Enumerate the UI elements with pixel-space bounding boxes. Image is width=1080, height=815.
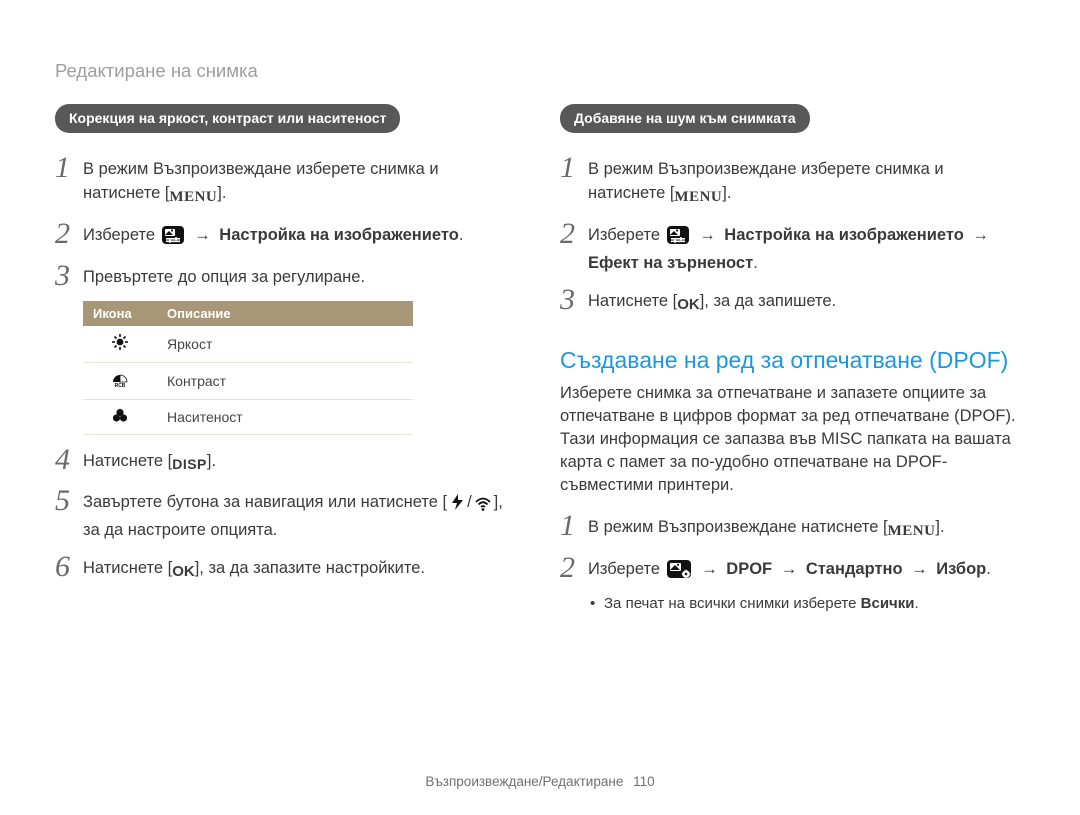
saturation-icon [83,400,157,435]
text: ], за да запишете. [700,292,836,310]
text: Изберете [83,226,160,244]
section-noise-and-dpof: Добавяне на шум към снимката 1 В режим В… [560,104,1025,616]
menu-key: MENU [888,519,936,543]
flash-icon [449,493,465,518]
option-name: Настройка на изображението [219,226,459,244]
step-number: 3 [560,285,588,315]
subsection-heading: Добавяне на шум към снимката [560,104,810,133]
step-number: 2 [55,219,83,249]
photo-adjust-icon [667,226,689,251]
text: Натиснете [ [83,452,172,470]
step-number: 2 [560,219,588,249]
option-name: Избор [936,560,986,578]
arrow: → [964,226,993,244]
text: Натиснете [ [83,559,172,577]
bullet-dot: • [590,595,604,612]
ok-key: OK [677,293,700,317]
option-name: Всички [861,595,915,612]
text: В режим Възпроизвеждане изберете снимка … [83,160,439,202]
text: / [467,493,472,511]
step-number: 5 [55,486,83,516]
footer-section: Възпроизвеждане/Редактиране [425,774,623,789]
sub-bullet: • За печат на всички снимки изберете Вси… [590,595,1025,612]
text: ]. [722,184,731,202]
text: Натиснете [ [588,292,677,310]
text: ]. [935,518,944,536]
ok-key: OK [172,560,195,584]
step-2: 2 Изберете → Настройка на изображението … [560,219,1025,275]
table-row: Яркост [83,326,413,363]
step-number: 6 [55,552,83,582]
arrow: → [693,560,727,578]
dpof-step-2: 2 Изберете → DPOF → Стандартно → Избор. [560,553,1025,585]
step-number: 1 [560,153,588,183]
paragraph: Изберете снимка за отпечатване и запазет… [560,382,1025,497]
dpof-step-1: 1 В режим Възпроизвеждане натиснете [MEN… [560,511,1025,543]
section-heading-dpof: Създаване на ред за отпечатване (DPOF) [560,347,1025,374]
text: В режим Възпроизвеждане изберете снимка … [588,160,944,202]
step-number: 1 [560,511,588,541]
text: . [986,560,991,578]
section-brightness-contrast-saturation: Корекция на яркост, контраст или наситен… [55,104,520,616]
contrast-icon [83,363,157,400]
page-number: 110 [633,774,655,789]
photo-gear-icon [667,560,691,585]
text: ]. [207,452,216,470]
step-3: 3 Натиснете [OK], за да запишете. [560,285,1025,317]
option-name: Стандартно [806,560,903,578]
option-name: Настройка на изображението [724,226,964,244]
arrow: → [691,226,725,244]
text: ], за да запазите настройките. [195,559,425,577]
step-1: 1 В режим Възпроизвеждане изберете снимк… [55,153,520,209]
text: ]. [217,184,226,202]
photo-adjust-icon [162,226,184,251]
step-3: 3 Превъртете до опция за регулиране. [55,261,520,291]
text: Изберете [588,226,665,244]
text: Превъртете до опция за регулиране. [83,261,365,289]
icon-description-table: Икона Описание Яркост Контраст Наситенос… [83,301,413,435]
page-footer: Възпроизвеждане/Редактиране 110 [0,774,1080,789]
cell: Контраст [157,363,413,400]
text: Завъртете бутона за навигация или натисн… [83,493,447,511]
step-number: 2 [560,553,588,583]
step-2: 2 Изберете → Настройка на изображението. [55,219,520,251]
text: Изберете [588,560,665,578]
arrow: → [772,560,806,578]
disp-key: DISP [172,452,207,476]
text: . [753,254,758,272]
menu-key: MENU [169,185,217,209]
arrow: → [186,226,220,244]
step-5: 5 Завъртете бутона за навигация или нати… [55,486,520,542]
step-number: 4 [55,445,83,475]
step-number: 1 [55,153,83,183]
text: . [914,595,918,612]
text: За печат на всички снимки изберете [604,595,861,612]
text: В режим Възпроизвеждане натиснете [ [588,518,888,536]
text: . [459,226,464,244]
subsection-heading: Корекция на яркост, контраст или наситен… [55,104,400,133]
step-6: 6 Натиснете [OK], за да запазите настрой… [55,552,520,584]
cell: Яркост [157,326,413,363]
option-name: DPOF [726,560,772,578]
option-name: Ефект на зърненост [588,254,753,272]
cell: Наситеност [157,400,413,435]
brightness-icon [83,326,157,363]
table-row: Наситеност [83,400,413,435]
step-number: 3 [55,261,83,291]
arrow: → [903,560,937,578]
menu-key: MENU [674,185,722,209]
wifi-icon [474,494,492,518]
step-1: 1 В режим Възпроизвеждане изберете снимк… [560,153,1025,209]
col-header-icon: Икона [83,301,157,326]
breadcrumb: Редактиране на снимка [55,60,1025,82]
step-4: 4 Натиснете [DISP]. [55,445,520,476]
table-row: Контраст [83,363,413,400]
col-header-description: Описание [157,301,413,326]
